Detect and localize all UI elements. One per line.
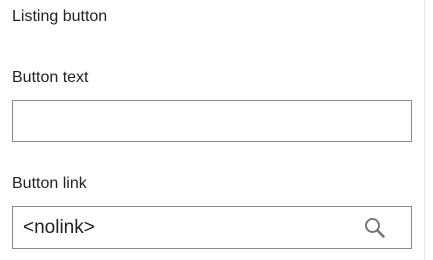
section-title: Listing button <box>12 8 108 25</box>
button-link-label: Button link <box>12 175 87 192</box>
panel-divider <box>424 0 425 260</box>
button-link-value: <nolink> <box>23 217 95 238</box>
button-text-input[interactable] <box>12 100 412 142</box>
listing-button-panel: Listing button Button text Button link <… <box>0 0 424 260</box>
search-icon[interactable] <box>363 216 387 240</box>
button-link-field[interactable]: <nolink> <box>12 206 412 249</box>
button-text-label: Button text <box>12 69 89 86</box>
